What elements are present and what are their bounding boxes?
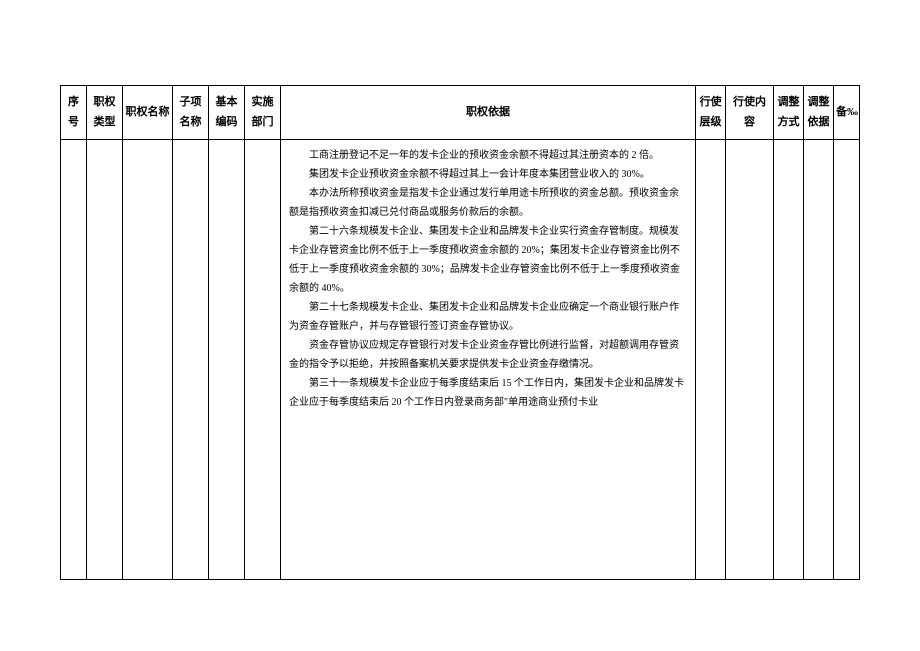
authority-table: 序号 职权类型 职权名称 子项名称 基本编码 实施部门 职权依据 行使层级 行使… (60, 85, 860, 580)
header-code: 基本编码 (209, 86, 245, 140)
header-type: 职权类型 (87, 86, 123, 140)
header-seq: 序号 (61, 86, 87, 140)
basis-paragraph: 第二十七条规模发卡企业、集团发卡企业和品牌发卡企业应确定一个商业银行账户作为资金… (289, 298, 687, 336)
header-remark: 备‰ (834, 86, 860, 140)
header-adjmethod: 调整方式 (774, 86, 804, 140)
basis-paragraph: 资金存管协议应规定存管银行对发卡企业资金存管比例进行监督，对超额调用存管资金的指… (289, 336, 687, 374)
table-row: 工商注册登记不足一年的发卡企业的预收资金余额不得超过其注册资本的 2 倍。 集团… (61, 140, 860, 580)
cell-dept (245, 140, 281, 580)
header-row: 序号 职权类型 职权名称 子项名称 基本编码 实施部门 职权依据 行使层级 行使… (61, 86, 860, 140)
cell-type (87, 140, 123, 580)
cell-level (696, 140, 726, 580)
header-content: 行使内容 (726, 86, 774, 140)
cell-basis: 工商注册登记不足一年的发卡企业的预收资金余额不得超过其注册资本的 2 倍。 集团… (281, 140, 696, 580)
cell-seq (61, 140, 87, 580)
cell-remark (834, 140, 860, 580)
cell-content (726, 140, 774, 580)
header-adjbasis: 调整依据 (804, 86, 834, 140)
basis-paragraph: 集团发卡企业预收资金余额不得超过其上一会计年度本集团营业收入的 30%。 (289, 165, 687, 184)
header-level: 行使层级 (696, 86, 726, 140)
basis-paragraph: 工商注册登记不足一年的发卡企业的预收资金余额不得超过其注册资本的 2 倍。 (289, 146, 687, 165)
cell-code (209, 140, 245, 580)
basis-paragraph: 第三十一条规模发卡企业应于每季度结束后 15 个工作日内，集团发卡企业和品牌发卡… (289, 374, 687, 412)
cell-adjbasis (804, 140, 834, 580)
header-basis: 职权依据 (281, 86, 696, 140)
basis-paragraph: 第二十六条规模发卡企业、集团发卡企业和品牌发卡企业实行资金存管制度。规模发卡企业… (289, 222, 687, 298)
header-subitem: 子项名称 (173, 86, 209, 140)
header-dept: 实施部门 (245, 86, 281, 140)
basis-paragraph: 本办法所称预收资金是指发卡企业通过发行单用途卡所预收的资金总额。预收资金余额是指… (289, 184, 687, 222)
cell-subitem (173, 140, 209, 580)
header-name: 职权名称 (123, 86, 173, 140)
cell-name (123, 140, 173, 580)
cell-adjmethod (774, 140, 804, 580)
